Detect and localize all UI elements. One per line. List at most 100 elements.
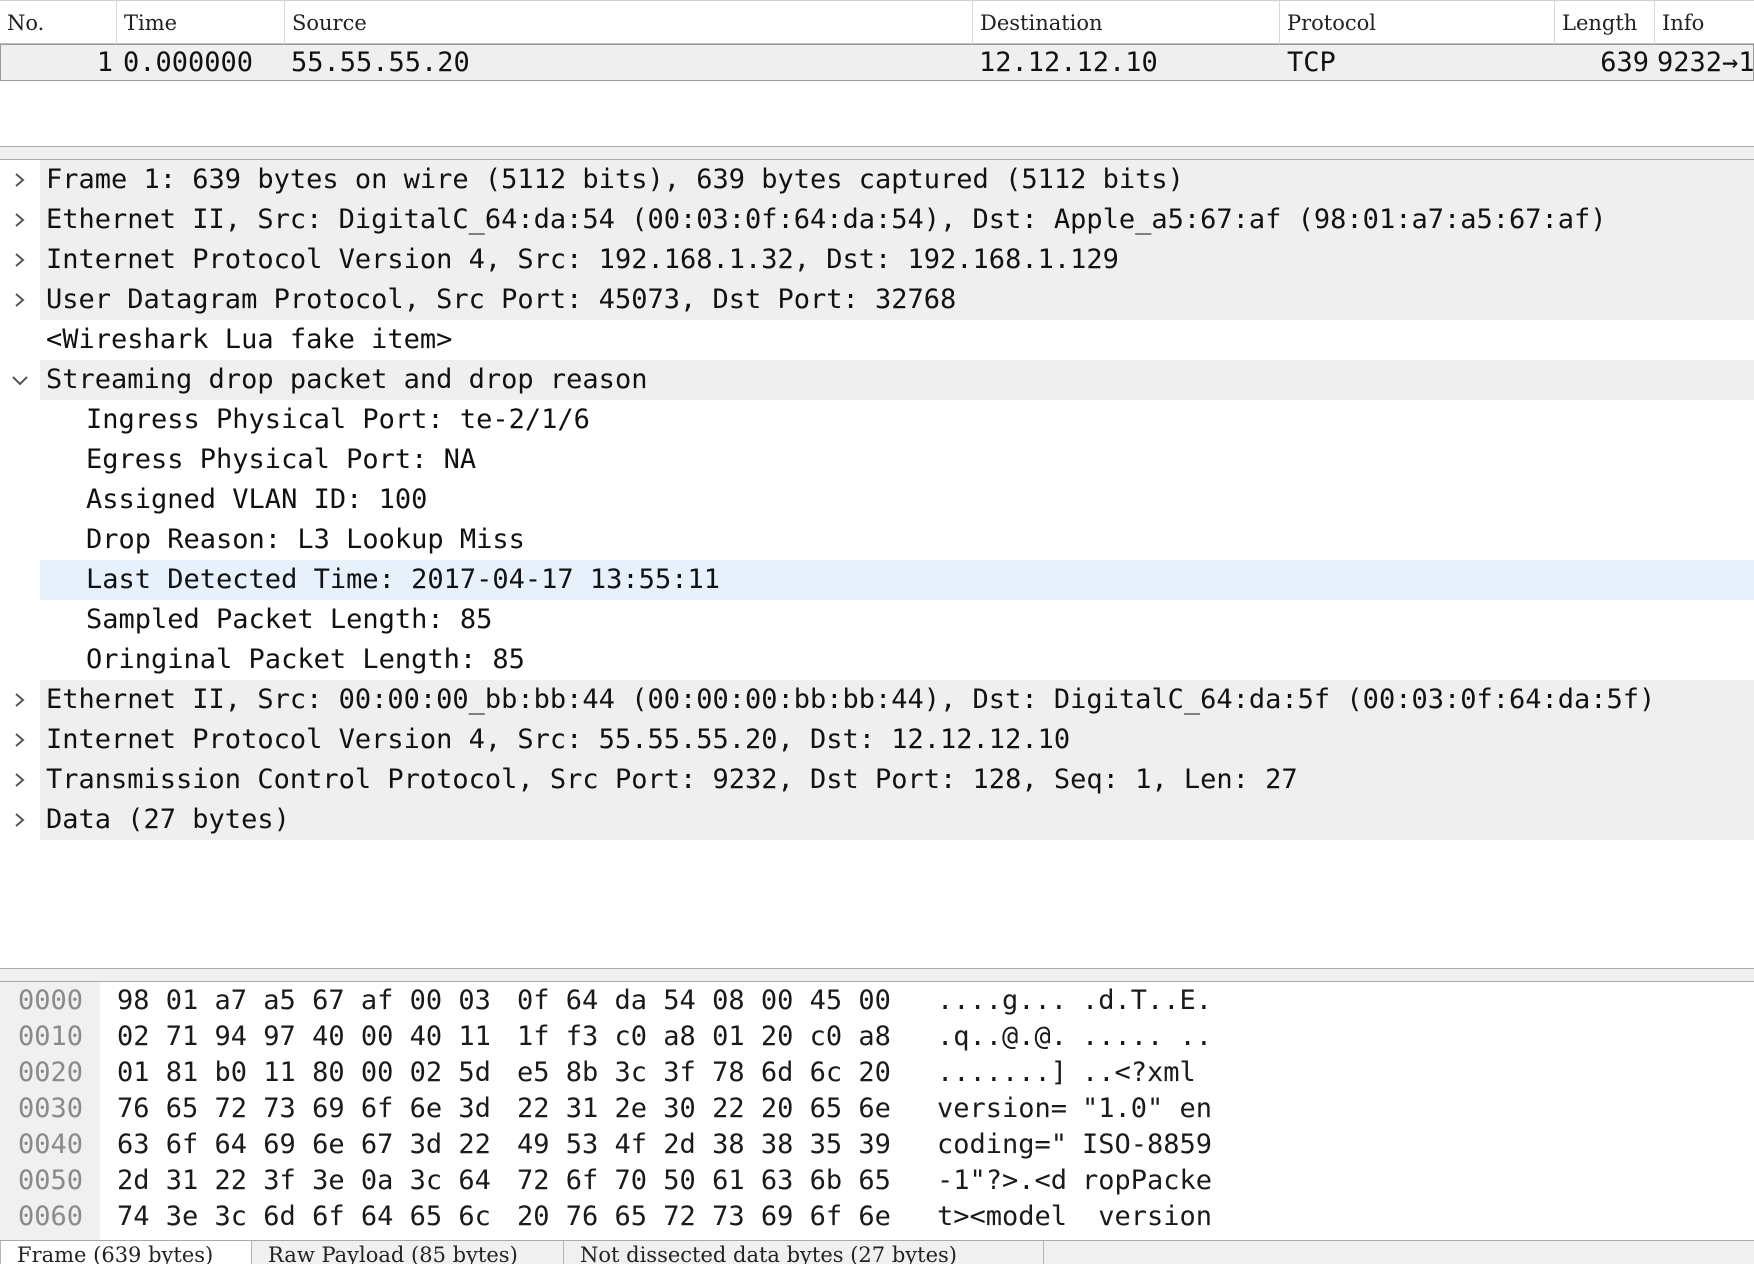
tree-item[interactable]: Ethernet II, Src: 00:00:00_bb:bb:44 (00:… (0, 680, 1754, 720)
pane-splitter-bottom[interactable] (0, 968, 1754, 982)
column-header-info[interactable]: Info (1655, 1, 1754, 45)
ascii-bytes: coding=" (937, 1129, 1068, 1160)
tab-raw-payload[interactable]: Raw Payload (85 bytes) (252, 1241, 564, 1264)
bytes-row[interactable]: 0060 74 3e 3c 6d 6f 64 65 6c 20 76 65 72 7… (0, 1199, 1754, 1235)
ascii-bytes: .d.T..E. (1082, 985, 1213, 1016)
tree-item-label: User Datagram Protocol, Src Port: 45073,… (46, 284, 957, 315)
bytes-row[interactable]: 0000 98 01 a7 a5 67 af 00 03 0f 64 da 54 0… (0, 983, 1754, 1019)
bytes-row[interactable]: 0010 02 71 94 97 40 00 40 11 1f f3 c0 a8 0… (0, 1019, 1754, 1055)
ascii-bytes: version= (937, 1093, 1068, 1124)
byte-offset: 0050 (18, 1165, 84, 1196)
column-header-no[interactable]: No. (0, 1, 117, 45)
column-header-destination[interactable]: Destination (973, 1, 1280, 45)
hex-bytes: e5 8b 3c 3f 78 6d 6c 20 (517, 1057, 891, 1088)
tree-item[interactable]: Oringinal Packet Length: 85 (0, 640, 1754, 680)
tree-item[interactable]: Egress Physical Port: NA (0, 440, 1754, 480)
hex-bytes: 72 6f 70 50 61 63 6b 65 (517, 1165, 891, 1196)
tree-item-label: Frame 1: 639 bytes on wire (5112 bits), … (46, 164, 1184, 195)
packet-protocol: TCP (1287, 47, 1336, 78)
hex-bytes: 1f f3 c0 a8 01 20 c0 a8 (517, 1021, 891, 1052)
packet-destination: 12.12.12.10 (979, 47, 1158, 78)
tree-item-label: Last Detected Time: 2017-04-17 13:55:11 (86, 564, 720, 595)
tree-item-label: Streaming drop packet and drop reason (46, 364, 648, 395)
chevron-right-icon[interactable] (10, 170, 30, 190)
packet-row[interactable]: 1 0.000000 55.55.55.20 12.12.12.10 TCP 6… (0, 44, 1754, 81)
column-header-length[interactable]: Length (1555, 1, 1655, 45)
hex-bytes: 49 53 4f 2d 38 38 35 39 (517, 1129, 891, 1160)
packet-no: 1 (96, 47, 113, 78)
pane-splitter-top[interactable] (0, 146, 1754, 160)
tree-item[interactable]: Sampled Packet Length: 85 (0, 600, 1754, 640)
tree-item-label: Drop Reason: L3 Lookup Miss (86, 524, 525, 555)
bytes-row[interactable]: 0020 01 81 b0 11 80 00 02 5d e5 8b 3c 3f 7… (0, 1055, 1754, 1091)
chevron-right-icon[interactable] (10, 290, 30, 310)
byte-offset: 0020 (18, 1057, 84, 1088)
tree-item[interactable]: Internet Protocol Version 4, Src: 55.55.… (0, 720, 1754, 760)
tree-item-label: Ethernet II, Src: DigitalC_64:da:54 (00:… (46, 204, 1607, 235)
hex-bytes: 20 76 65 72 73 69 6f 6e (517, 1201, 891, 1232)
tree-item-label: Internet Protocol Version 4, Src: 55.55.… (46, 724, 1071, 755)
column-header-source[interactable]: Source (285, 1, 973, 45)
chevron-right-icon[interactable] (10, 210, 30, 230)
ascii-bytes: ..<?xml (1082, 1057, 1213, 1088)
tree-item[interactable]: Data (27 bytes) (0, 800, 1754, 840)
column-header-protocol[interactable]: Protocol (1280, 1, 1555, 45)
packet-list-pane: No. Time Source Destination Protocol Len… (0, 0, 1754, 146)
column-header-time[interactable]: Time (117, 1, 285, 45)
tree-item[interactable]: Ingress Physical Port: te-2/1/6 (0, 400, 1754, 440)
tree-item[interactable]: Assigned VLAN ID: 100 (0, 480, 1754, 520)
hex-bytes: 98 01 a7 a5 67 af 00 03 (117, 985, 491, 1016)
tab-frame-bytes[interactable]: Frame (639 bytes) (0, 1241, 252, 1264)
chevron-down-icon[interactable] (10, 370, 30, 390)
tree-item[interactable]: Drop Reason: L3 Lookup Miss (0, 520, 1754, 560)
hex-bytes: 74 3e 3c 6d 6f 64 65 6c (117, 1201, 491, 1232)
tree-item[interactable]: Streaming drop packet and drop reason (0, 360, 1754, 400)
byte-offset: 0040 (18, 1129, 84, 1160)
ascii-bytes: t><model (937, 1201, 1068, 1232)
tree-item-label: Internet Protocol Version 4, Src: 192.16… (46, 244, 1119, 275)
hex-bytes: 63 6f 64 69 6e 67 3d 22 (117, 1129, 491, 1160)
tree-item[interactable]: User Datagram Protocol, Src Port: 45073,… (0, 280, 1754, 320)
hex-bytes: 2d 31 22 3f 3e 0a 3c 64 (117, 1165, 491, 1196)
ascii-bytes: version (1082, 1201, 1213, 1232)
packet-bytes-pane: 0000 98 01 a7 a5 67 af 00 03 0f 64 da 54 0… (0, 982, 1754, 1240)
ascii-bytes: "1.0" en (1082, 1093, 1213, 1124)
tree-item-label: <Wireshark Lua fake item> (46, 324, 453, 355)
hex-bytes: 02 71 94 97 40 00 40 11 (117, 1021, 491, 1052)
ascii-bytes: ..... .. (1082, 1021, 1213, 1052)
tree-item[interactable]: Internet Protocol Version 4, Src: 192.16… (0, 240, 1754, 280)
bytes-row[interactable]: 0040 63 6f 64 69 6e 67 3d 22 49 53 4f 2d 3… (0, 1127, 1754, 1163)
tree-item[interactable]: Last Detected Time: 2017-04-17 13:55:11 (0, 560, 1754, 600)
byte-offset: 0000 (18, 985, 84, 1016)
bytes-row[interactable]: 0030 76 65 72 73 69 6f 6e 3d 22 31 2e 30 2… (0, 1091, 1754, 1127)
ascii-bytes: .......] (937, 1057, 1068, 1088)
byte-offset: 0060 (18, 1201, 84, 1232)
tree-item-label: Transmission Control Protocol, Src Port:… (46, 764, 1298, 795)
packet-source: 55.55.55.20 (291, 47, 470, 78)
chevron-right-icon[interactable] (10, 770, 30, 790)
tree-item-label: Sampled Packet Length: 85 (86, 604, 493, 635)
hex-bytes: 01 81 b0 11 80 00 02 5d (117, 1057, 491, 1088)
chevron-right-icon[interactable] (10, 810, 30, 830)
tree-item[interactable]: Transmission Control Protocol, Src Port:… (0, 760, 1754, 800)
tree-item[interactable]: Ethernet II, Src: DigitalC_64:da:54 (00:… (0, 200, 1754, 240)
hex-bytes: 0f 64 da 54 08 00 45 00 (517, 985, 891, 1016)
tree-item[interactable]: Frame 1: 639 bytes on wire (5112 bits), … (0, 160, 1754, 200)
packet-info: 9232→128 (1657, 47, 1754, 78)
tree-item-label: Assigned VLAN ID: 100 (86, 484, 428, 515)
tree-item-label: Egress Physical Port: NA (86, 444, 477, 475)
tree-item-background (40, 800, 1754, 840)
bytes-row[interactable]: 0050 2d 31 22 3f 3e 0a 3c 64 72 6f 70 50 6… (0, 1163, 1754, 1199)
tree-item[interactable]: <Wireshark Lua fake item> (0, 320, 1754, 360)
ascii-bytes: -1"?>.<d (937, 1165, 1068, 1196)
packet-details-pane: Frame 1: 639 bytes on wire (5112 bits), … (0, 160, 1754, 968)
tree-item-label: Ethernet II, Src: 00:00:00_bb:bb:44 (00:… (46, 684, 1656, 715)
chevron-right-icon[interactable] (10, 250, 30, 270)
packet-list-header: No. Time Source Destination Protocol Len… (0, 0, 1754, 45)
ascii-bytes: ropPacke (1082, 1165, 1213, 1196)
hex-bytes: 22 31 2e 30 22 20 65 6e (517, 1093, 891, 1124)
tab-not-dissected-data[interactable]: Not dissected data bytes (27 bytes) (564, 1241, 1044, 1264)
chevron-right-icon[interactable] (10, 690, 30, 710)
hex-bytes: 76 65 72 73 69 6f 6e 3d (117, 1093, 491, 1124)
chevron-right-icon[interactable] (10, 730, 30, 750)
